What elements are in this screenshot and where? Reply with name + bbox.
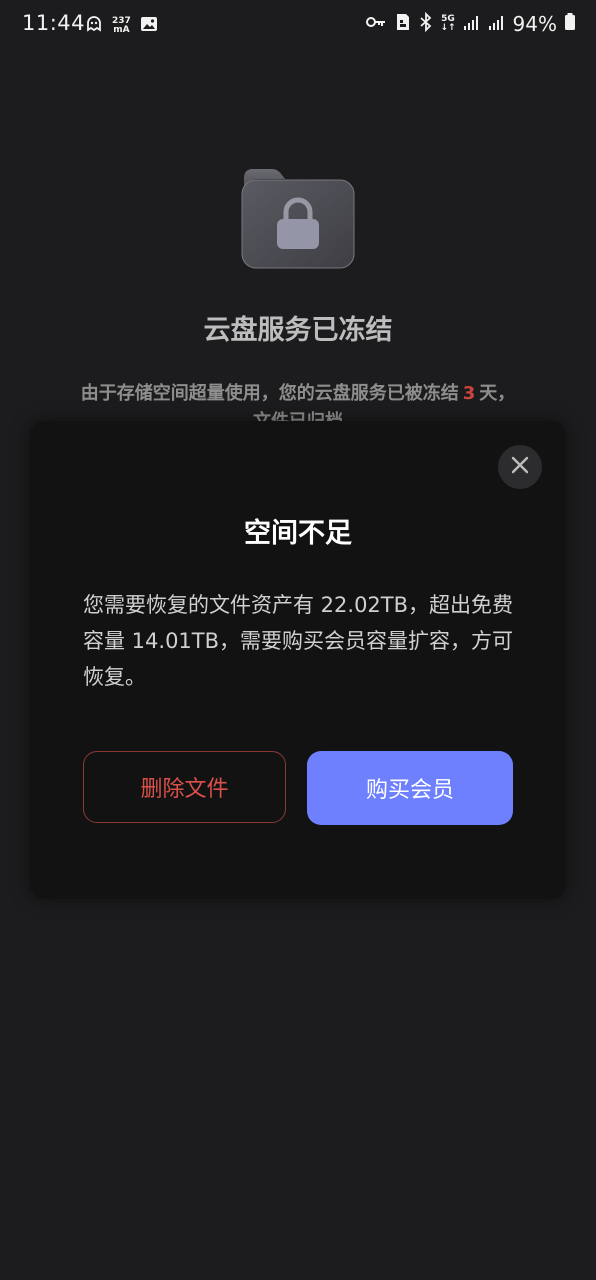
buy-membership-button[interactable]: 购买会员 (307, 751, 513, 825)
data-activity-arrows: ↓↑ (440, 23, 456, 33)
ghost-notification-icon (84, 14, 104, 38)
sim-manager-icon (394, 12, 412, 36)
locked-folder-icon (238, 164, 358, 274)
status-time: 11:44 (22, 11, 86, 35)
key-icon (365, 12, 387, 36)
current-unit: mA (113, 25, 130, 35)
status-left-icons: 237 mA (84, 14, 159, 38)
battery-icon (564, 12, 576, 36)
close-icon (511, 456, 529, 478)
status-bar: 11:44 237 mA 5G ↓↑ 94% (0, 0, 596, 52)
signal-strength-icon-2 (488, 13, 506, 35)
frozen-description-prefix: 由于存储空间超量使用，您的云盘服务已被冻结 (80, 383, 459, 404)
dialog-message: 您需要恢复的文件资产有 22.02TB，超出免费容量 14.01TB，需要购买会… (83, 593, 514, 689)
frozen-description: 由于存储空间超量使用，您的云盘服务已被冻结 3 天， (0, 380, 596, 408)
battery-percent: 94% (512, 12, 557, 36)
status-right-icons: 5G ↓↑ 94% (365, 11, 576, 36)
close-button[interactable] (498, 445, 542, 489)
frozen-days: 3 (462, 383, 476, 404)
dialog-title: 空间不足 (244, 518, 352, 549)
image-icon (139, 14, 159, 38)
bluetooth-icon (419, 11, 433, 36)
network-type-indicator: 5G ↓↑ (440, 15, 455, 33)
frozen-title: 云盘服务已冻结 (203, 315, 393, 346)
current-indicator: 237 mA (112, 17, 131, 35)
frozen-description-suffix: 天， (479, 383, 516, 404)
insufficient-space-dialog: 空间不足 您需要恢复的文件资产有 22.02TB，超出免费容量 14.01TB，… (30, 421, 566, 899)
signal-strength-icon (463, 13, 481, 35)
delete-files-button[interactable]: 删除文件 (83, 751, 286, 823)
